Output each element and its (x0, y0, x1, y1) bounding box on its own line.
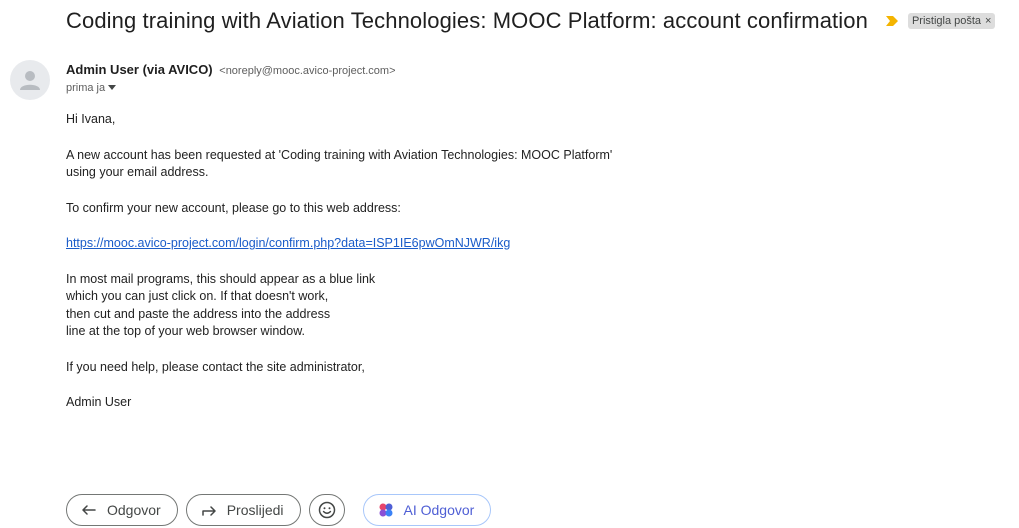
confirm-link-paragraph: https://mooc.avico-project.com/login/con… (66, 235, 612, 253)
reply-arrow-icon (81, 504, 97, 516)
sender-email: <noreply@mooc.avico-project.com> (219, 65, 396, 77)
confirm-link[interactable]: https://mooc.avico-project.com/login/con… (66, 236, 510, 250)
reply-label: Odgovor (107, 502, 161, 518)
body-paragraph-contact: If you need help, please contact the sit… (66, 359, 365, 374)
email-view: Coding training with Aviation Technologi… (0, 0, 1019, 528)
body-paragraph-request: A new account has been requested at 'Cod… (66, 147, 612, 182)
ai-reply-label: AI Odgovor (403, 502, 475, 518)
remove-label-icon[interactable]: × (985, 15, 991, 27)
email-subject: Coding training with Aviation Technologi… (66, 8, 868, 33)
body-line: In most mail programs, this should appea… (66, 271, 376, 286)
body-line: which you can just click on. If that doe… (66, 289, 329, 303)
body-line: line at the top of your web browser wind… (66, 324, 306, 338)
emoji-reaction-button[interactable] (308, 494, 345, 526)
ai-reply-button[interactable]: AI Odgovor (362, 494, 492, 526)
inbox-label-text: Pristigla pošta (911, 15, 982, 27)
ai-sparkle-icon (378, 502, 394, 518)
sender-line: Admin User (via AVICO) <noreply@mooc.avi… (66, 62, 396, 77)
inbox-label-chip[interactable]: Pristigla pošta × (907, 13, 996, 29)
emoji-smile-icon (318, 501, 336, 519)
subject-row: Coding training with Aviation Technologi… (66, 8, 996, 34)
sender-name[interactable]: Admin User (via AVICO) (66, 62, 213, 77)
recipient-label: prima ja (66, 82, 106, 94)
forward-arrow-icon (201, 504, 217, 516)
body-line: A new account has been requested at 'Cod… (66, 147, 613, 162)
recipient-dropdown[interactable]: prima ja (66, 82, 117, 94)
greeting: Hi Ivana, (66, 112, 116, 126)
importance-marker-icon[interactable] (885, 15, 898, 27)
action-bar: Odgovor Proslijedi AI Odgovor (66, 494, 492, 526)
forward-button[interactable]: Proslijedi (185, 494, 301, 526)
signature: Admin User (66, 395, 132, 409)
person-avatar-icon (10, 60, 50, 100)
caret-down-icon[interactable] (108, 82, 117, 94)
body-paragraph-instruction: To confirm your new account, please go t… (66, 200, 401, 215)
reply-button[interactable]: Odgovor (66, 494, 178, 526)
body-line: then cut and paste the address into the … (66, 306, 331, 321)
forward-label: Proslijedi (226, 502, 284, 518)
body-line: using your email address. (66, 165, 209, 179)
email-body: Hi Ivana, A new account has been request… (66, 111, 612, 430)
body-paragraph-help: In most mail programs, this should appea… (66, 271, 612, 341)
